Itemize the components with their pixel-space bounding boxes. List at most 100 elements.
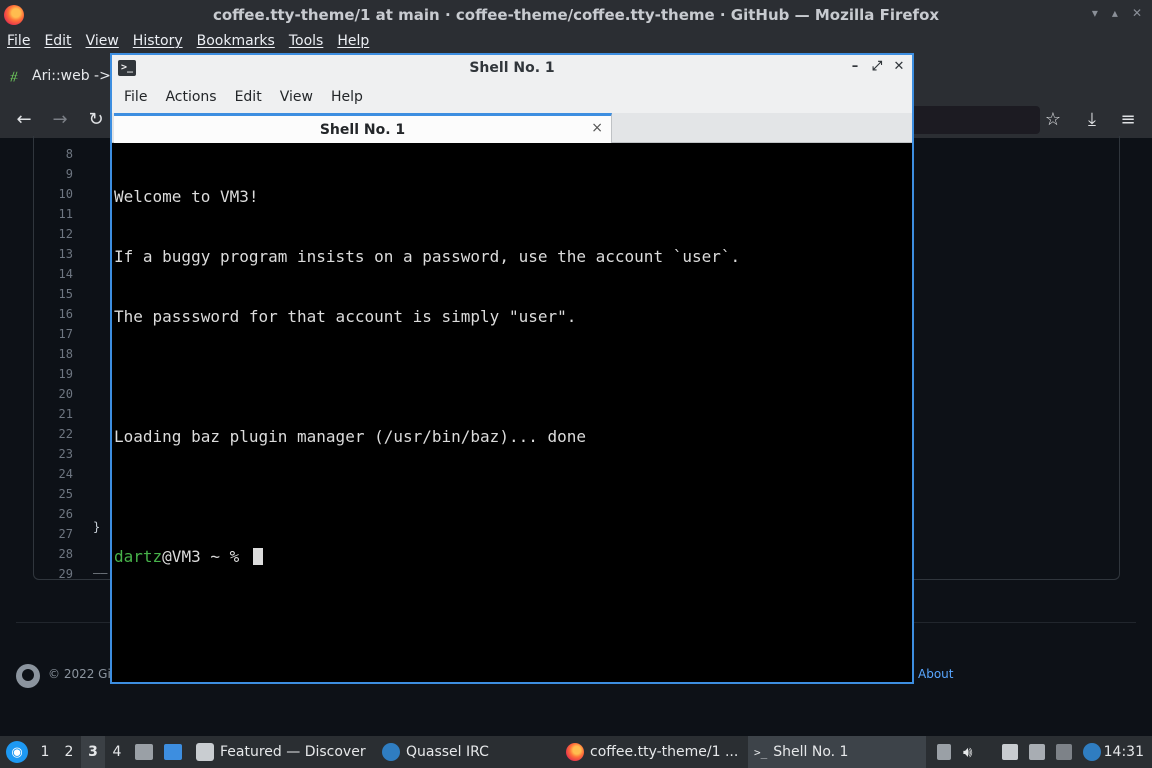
line-number[interactable]: 24	[40, 467, 73, 481]
trash-icon[interactable]	[135, 744, 153, 760]
menu-edit[interactable]: Edit	[44, 33, 71, 49]
menu-help[interactable]: Help	[337, 33, 369, 49]
line-number[interactable]: 21	[40, 407, 73, 421]
code-underscore: __	[93, 560, 108, 574]
konsole-tab[interactable]: Shell No. 1 ×	[114, 113, 612, 143]
display-icon[interactable]	[1056, 744, 1072, 760]
desktop-switch-4[interactable]: 4	[105, 736, 129, 768]
tab-favicon-icon: ⧣	[10, 68, 18, 84]
line-number[interactable]: 14	[40, 267, 73, 281]
forward-icon[interactable]: →	[49, 110, 71, 130]
back-icon[interactable]: ←	[13, 110, 35, 130]
url-bar[interactable]	[905, 106, 1040, 134]
volume-icon[interactable]: 🔊︎	[963, 736, 972, 768]
line-number[interactable]: 20	[40, 387, 73, 401]
task-discover[interactable]: Featured — Discover	[190, 736, 372, 768]
prompt-host-path: @VM3 ~ %	[162, 547, 249, 566]
konsole-menu-view[interactable]: View	[278, 89, 323, 105]
terminal-line: Loading baz plugin manager (/usr/bin/baz…	[114, 427, 587, 446]
line-number[interactable]: 10	[40, 187, 73, 201]
terminal-cursor	[252, 548, 263, 565]
konsole-window-title: Shell No. 1	[469, 60, 555, 76]
line-number[interactable]: 25	[40, 487, 73, 501]
line-number[interactable]: 17	[40, 327, 73, 341]
footer-about-link[interactable]: About	[918, 667, 953, 681]
line-number[interactable]: 26	[40, 507, 73, 521]
clock[interactable]: 14:31	[1104, 736, 1144, 768]
konsole-tabbar: Shell No. 1 ×	[112, 113, 912, 143]
desktop-screen: coffee.tty-theme/1 at main · coffee-them…	[0, 0, 1152, 768]
task-label: Shell No. 1	[773, 744, 849, 760]
download-icon[interactable]: ⤓	[1081, 110, 1103, 130]
close-icon[interactable]: ✕	[892, 59, 906, 74]
terminal-app-icon: >_	[118, 60, 136, 76]
minimize-icon[interactable]: –	[848, 59, 862, 74]
konsole-menu-actions[interactable]: Actions	[163, 89, 226, 105]
discover-icon	[196, 743, 214, 761]
reload-icon[interactable]: ↻	[85, 110, 107, 130]
notes-icon[interactable]	[1002, 744, 1018, 760]
line-number[interactable]: 19	[40, 367, 73, 381]
bookmark-star-icon[interactable]: ☆	[1042, 110, 1064, 130]
quassel-icon	[382, 743, 400, 761]
desktop-switch-2[interactable]: 2	[57, 736, 81, 768]
line-number[interactable]: 11	[40, 207, 73, 221]
konsole-menu-help[interactable]: Help	[329, 89, 373, 105]
line-number[interactable]: 23	[40, 447, 73, 461]
desktop-switch-1[interactable]: 1	[33, 736, 57, 768]
maximize-icon[interactable]: ⤢	[870, 59, 884, 74]
task-firefox[interactable]: coffee.tty-theme/1 ...	[560, 736, 744, 768]
line-number[interactable]: 12	[40, 227, 73, 241]
firefox-tab-label: Ari::web ->	[32, 68, 111, 84]
terminal-output[interactable]: Welcome to VM3! If a buggy program insis…	[114, 147, 910, 682]
minimize-icon[interactable]: ▾	[1092, 6, 1098, 20]
task-quassel[interactable]: Quassel IRC	[376, 736, 495, 768]
desktop-switch-3[interactable]: 3	[81, 736, 105, 768]
firefox-logo-icon	[4, 5, 24, 25]
close-icon[interactable]: ✕	[1132, 6, 1142, 20]
menu-history[interactable]: History	[133, 33, 183, 49]
menu-file[interactable]: File	[7, 33, 30, 49]
line-number[interactable]: 29	[40, 567, 73, 581]
terminal-line: Welcome to VM3!	[114, 187, 259, 206]
line-number[interactable]: 18	[40, 347, 73, 361]
prompt-username: dartz	[114, 547, 163, 566]
tab-close-icon[interactable]: ×	[591, 120, 603, 136]
line-number[interactable]: 27	[40, 527, 73, 541]
application-launcher-icon[interactable]: ◉	[6, 741, 28, 763]
maximize-icon[interactable]: ▴	[1112, 6, 1118, 20]
clipboard-icon[interactable]	[937, 744, 951, 760]
line-number[interactable]: 8	[40, 147, 73, 161]
konsole-window-controls: – ⤢ ✕	[848, 59, 906, 74]
menu-view[interactable]: View	[86, 33, 119, 49]
task-konsole[interactable]: >_ Shell No. 1	[748, 736, 926, 768]
line-number[interactable]: 9	[40, 167, 73, 181]
konsole-window[interactable]: >_ Shell No. 1 – ⤢ ✕ File Actions Edit V…	[110, 53, 914, 684]
updates-icon[interactable]	[1083, 743, 1101, 761]
konsole-icon: >_	[754, 745, 768, 759]
network-icon[interactable]	[1029, 744, 1045, 760]
menu-tools[interactable]: Tools	[289, 33, 324, 49]
firefox-icon	[566, 743, 584, 761]
line-number[interactable]: 28	[40, 547, 73, 561]
file-manager-icon[interactable]	[164, 744, 182, 760]
github-logo-icon[interactable]	[16, 664, 40, 688]
task-label: Featured — Discover	[220, 744, 366, 760]
terminal-line: The passsword for that account is simply…	[114, 307, 577, 326]
line-number[interactable]: 16	[40, 307, 73, 321]
konsole-menu-file[interactable]: File	[122, 89, 157, 105]
line-number[interactable]: 22	[40, 427, 73, 441]
terminal-prompt: dartz@VM3 ~ %	[114, 547, 910, 567]
firefox-window-title: coffee.tty-theme/1 at main · coffee-them…	[212, 6, 940, 24]
konsole-titlebar[interactable]: >_ Shell No. 1 – ⤢ ✕	[112, 55, 912, 81]
firefox-menubar: File Edit View History Bookmarks Tools H…	[0, 30, 1152, 52]
app-menu-icon[interactable]: ≡	[1117, 110, 1139, 130]
line-number[interactable]: 13	[40, 247, 73, 261]
firefox-tab[interactable]: ⧣ Ari::web ->	[0, 58, 111, 94]
konsole-menu-edit[interactable]: Edit	[233, 89, 272, 105]
firefox-titlebar: coffee.tty-theme/1 at main · coffee-them…	[0, 0, 1152, 30]
line-number[interactable]: 15	[40, 287, 73, 301]
menu-bookmarks[interactable]: Bookmarks	[197, 33, 275, 49]
